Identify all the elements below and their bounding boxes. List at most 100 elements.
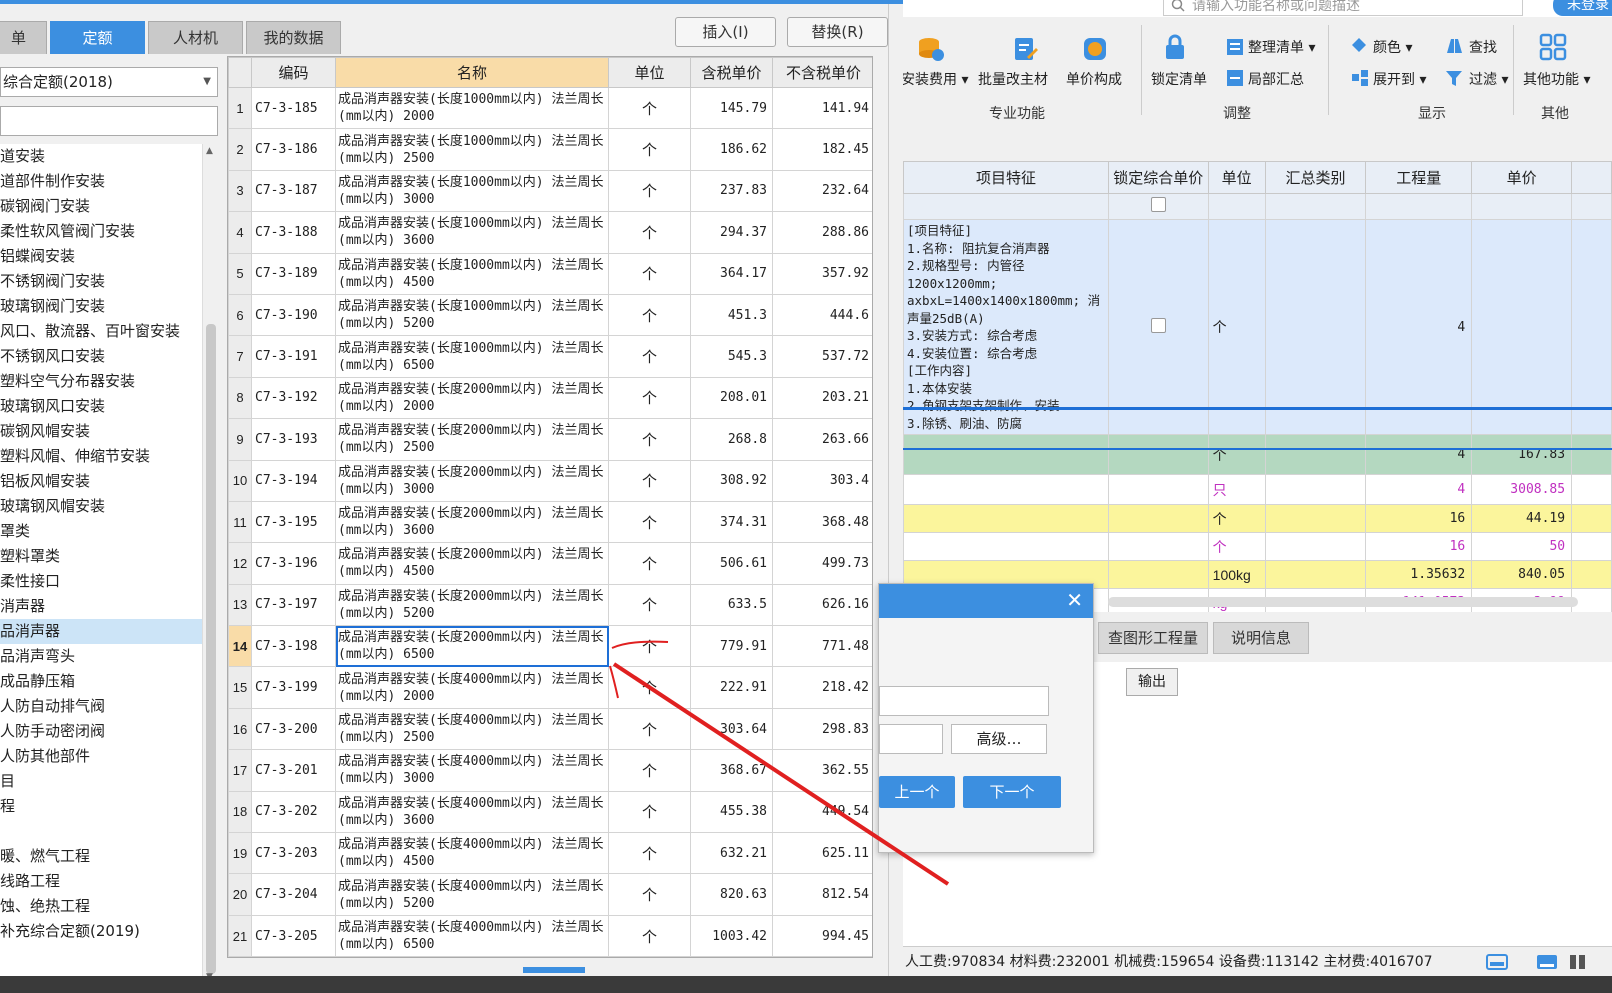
quota-row[interactable]: 5 C7-3-189 成品消声器安装(长度1000mm以内) 法兰周长(mm以内) …: [228, 252, 872, 295]
quota-row[interactable]: 15 C7-3-199 成品消声器安装(长度4000mm以内) 法兰周长(mm以内)…: [228, 666, 872, 709]
color-button[interactable]: 颜色 ▾: [1373, 37, 1412, 57]
quota-row[interactable]: 20 C7-3-204 成品消声器安装(长度4000mm以内) 法兰周长(mm以内)…: [228, 873, 872, 916]
quota-row[interactable]: 9 C7-3-193 成品消声器安装(长度2000mm以内) 法兰周长(mm以内) …: [228, 418, 872, 461]
output-button[interactable]: 输出: [1126, 668, 1178, 696]
quota-row[interactable]: 3 C7-3-187 成品消声器安装(长度1000mm以内) 法兰周长(mm以内) …: [228, 169, 872, 213]
col-notax-price[interactable]: 不含税单价: [772, 57, 872, 88]
grid-hscroll-thumb[interactable]: [523, 967, 585, 973]
col-quantity[interactable]: 工程量: [1365, 161, 1473, 194]
tree-node[interactable]: 玻璃钢阀门安装: [0, 294, 202, 319]
batch-material-button[interactable]: 批量改主材: [978, 69, 1048, 89]
tree-search-input[interactable]: [0, 106, 218, 136]
other-functions-button[interactable]: 其他功能 ▾: [1523, 69, 1590, 89]
tree-node[interactable]: 蚀、绝热工程: [0, 894, 202, 919]
tree-node[interactable]: 塑料风帽、伸缩节安装: [0, 444, 202, 469]
tree-node[interactable]: 碳钢风帽安装: [0, 419, 202, 444]
tree-node[interactable]: 补充综合定额(2019): [0, 919, 202, 944]
tree-node[interactable]: 柔性软风管阀门安装: [0, 219, 202, 244]
tree-node[interactable]: 碳钢阀门安装: [0, 194, 202, 219]
replace-button[interactable]: 替换(R): [787, 17, 888, 47]
tree-node[interactable]: 品消声器: [0, 619, 202, 644]
quota-row[interactable]: 8 C7-3-192 成品消声器安装(长度2000mm以内) 法兰周长(mm以内) …: [228, 376, 872, 420]
quota-row[interactable]: 14 C7-3-198 成品消声器安装(长度2000mm以内) 法兰周长(mm以内)…: [228, 625, 872, 668]
quota-row[interactable]: 16 C7-3-200 成品消声器安装(长度4000mm以内) 法兰周长(mm以内)…: [228, 707, 872, 751]
lock-list-button[interactable]: 锁定清单: [1151, 69, 1207, 89]
install-fee-button[interactable]: 安装费用 ▾: [903, 69, 968, 89]
tree-node[interactable]: 人防自动排气阀: [0, 694, 202, 719]
scroll-up-icon[interactable]: ▲: [206, 146, 213, 156]
next-button[interactable]: 下一个: [963, 776, 1061, 808]
tree-node[interactable]: 铝蝶阀安装: [0, 244, 202, 269]
quota-row[interactable]: 21 C7-3-205 成品消声器安装(长度4000mm以内) 法兰周长(mm以内)…: [228, 914, 872, 957]
view-single-icon[interactable]: [1536, 954, 1558, 970]
filter-button[interactable]: 过滤 ▾: [1469, 69, 1508, 89]
tab-graphic-quantity[interactable]: 查图形工程量: [1098, 622, 1208, 654]
col-lock-price[interactable]: 锁定综合单价: [1107, 161, 1209, 194]
tree-node[interactable]: 玻璃钢风帽安装: [0, 494, 202, 519]
boq-row[interactable]: 个 4 167.83: [903, 434, 1612, 475]
lock-price-checkbox[interactable]: [1150, 317, 1166, 333]
col-unit-price[interactable]: 单价: [1471, 161, 1573, 194]
col-unit[interactable]: 单位: [1207, 161, 1266, 194]
quota-row[interactable]: 2 C7-3-186 成品消声器安装(长度1000mm以内) 法兰周长(mm以内) …: [228, 128, 872, 171]
grid-hscrollbar[interactable]: [227, 961, 873, 975]
quota-row[interactable]: 11 C7-3-195 成品消声器安装(长度2000mm以内) 法兰周长(mm以内)…: [228, 500, 872, 544]
lock-all-checkbox[interactable]: [1150, 197, 1166, 212]
tree-node[interactable]: 道安装: [0, 144, 202, 169]
tree-node[interactable]: 道部件制作安装: [0, 169, 202, 194]
tree-node[interactable]: 铝板风帽安装: [0, 469, 202, 494]
quota-row[interactable]: 4 C7-3-188 成品消声器安装(长度1000mm以内) 法兰周长(mm以内) …: [228, 211, 872, 254]
tab-labor-material-machine[interactable]: 人材机: [148, 21, 243, 54]
tree-node[interactable]: 柔性接口: [0, 569, 202, 594]
tab-list[interactable]: 单: [0, 21, 47, 54]
boq-row[interactable]: 个 16 44.19: [903, 504, 1612, 533]
tree-node[interactable]: 人防其他部件: [0, 744, 202, 769]
tree-node[interactable]: 暖、燃气工程: [0, 844, 202, 869]
function-search-input[interactable]: 请输入功能名称或问题描述: [1163, 0, 1523, 16]
tree-node[interactable]: 风口、散流器、百叶窗安装: [0, 319, 202, 344]
login-button[interactable]: 未登录: [1553, 0, 1612, 16]
tree-node[interactable]: 不锈钢风口安装: [0, 344, 202, 369]
tree-scroll-thumb[interactable]: [206, 324, 216, 974]
feature-row[interactable]: [项目特征] 1.名称: 阻抗复合消声器 2.规格型号: 内管径1200x1200m…: [903, 219, 1612, 435]
tab-my-data[interactable]: 我的数据: [246, 21, 341, 54]
layout-icon[interactable]: [1486, 954, 1508, 970]
tree-node[interactable]: 目: [0, 769, 202, 794]
tree-node[interactable]: 成品静压箱: [0, 669, 202, 694]
tree-node[interactable]: 塑料空气分布器安装: [0, 369, 202, 394]
tree-node[interactable]: 不锈钢阀门安装: [0, 269, 202, 294]
insert-button[interactable]: 插入(I): [675, 17, 776, 47]
tree-scrollbar[interactable]: ▲ ▼: [202, 144, 218, 984]
organize-list-button[interactable]: 整理清单 ▾: [1248, 37, 1315, 57]
tree-node[interactable]: 品消声弯头: [0, 644, 202, 669]
prev-button[interactable]: 上一个: [879, 776, 955, 808]
col-unit[interactable]: 单位: [608, 57, 691, 88]
find-input[interactable]: [879, 686, 1049, 716]
tree-node[interactable]: 塑料罩类: [0, 544, 202, 569]
quota-row[interactable]: 1 C7-3-185 成品消声器安装(长度1000mm以内) 法兰周长(mm以内) …: [228, 86, 872, 130]
tree-node[interactable]: 消声器: [0, 594, 202, 619]
tree-node[interactable]: [0, 819, 202, 844]
unit-price-composition-button[interactable]: 单价构成: [1066, 69, 1122, 89]
partial-summary-button[interactable]: 局部汇总: [1248, 69, 1304, 89]
expand-to-button[interactable]: 展开到 ▾: [1373, 69, 1426, 89]
quota-row[interactable]: 17 C7-3-201 成品消声器安装(长度4000mm以内) 法兰周长(mm以内)…: [228, 749, 872, 792]
library-select[interactable]: 综合定额(2018) ▼: [0, 67, 218, 97]
boq-row[interactable]: 只 4 3008.85: [903, 474, 1612, 505]
col-summary-category[interactable]: 汇总类别: [1264, 161, 1367, 194]
quota-row[interactable]: 18 C7-3-202 成品消声器安装(长度4000mm以内) 法兰周长(mm以内)…: [228, 790, 872, 834]
col-code[interactable]: 编码: [251, 57, 336, 88]
col-item-features[interactable]: 项目特征: [903, 161, 1109, 194]
tab-description[interactable]: 说明信息: [1213, 622, 1309, 654]
quota-row[interactable]: 13 C7-3-197 成品消声器安装(长度2000mm以内) 法兰周长(mm以内)…: [228, 583, 872, 627]
quota-row[interactable]: 12 C7-3-196 成品消声器安装(长度2000mm以内) 法兰周长(mm以内)…: [228, 542, 872, 585]
quota-row[interactable]: 7 C7-3-191 成品消声器安装(长度1000mm以内) 法兰周长(mm以内) …: [228, 335, 872, 378]
tree-node[interactable]: 人防手动密闭阀: [0, 719, 202, 744]
find-scope-input[interactable]: [879, 724, 943, 754]
tree-node[interactable]: 线路工程: [0, 869, 202, 894]
boq-row[interactable]: 个 16 50: [903, 532, 1612, 561]
col-name[interactable]: 名称: [335, 57, 609, 88]
quota-row[interactable]: 10 C7-3-194 成品消声器安装(长度2000mm以内) 法兰周长(mm以内)…: [228, 459, 872, 502]
view-split-icon[interactable]: [1569, 954, 1587, 970]
col-tax-price[interactable]: 含税单价: [690, 57, 773, 88]
